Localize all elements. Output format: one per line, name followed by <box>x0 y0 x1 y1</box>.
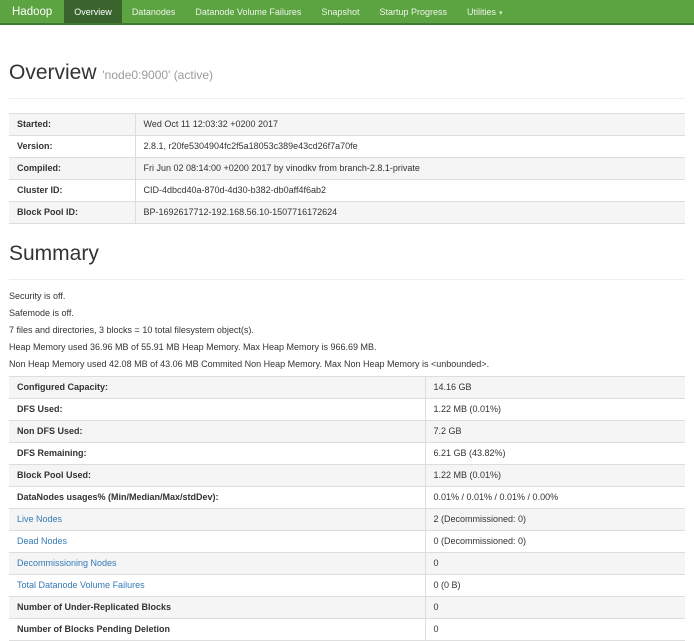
tab-utilities-dropdown[interactable]: Utilities▾ <box>457 0 513 23</box>
overview-title: Overview <box>9 61 97 84</box>
summary-table: Configured Capacity: 14.16 GB DFS Used: … <box>9 376 685 641</box>
row-value: 2 (Decommissioned: 0) <box>425 509 685 531</box>
row-label: Total Datanode Volume Failures <box>9 575 425 597</box>
table-row-configured-capacity: Configured Capacity: 14.16 GB <box>9 377 685 399</box>
heap-memory-text: Heap Memory used 36.96 MB of 55.91 MB He… <box>9 342 685 353</box>
security-status-text: Security is off. <box>9 291 685 302</box>
tab-datanode-volume-failures[interactable]: Datanode Volume Failures <box>185 0 311 23</box>
table-row-dead-nodes: Dead Nodes 0 (Decommissioned: 0) <box>9 531 685 553</box>
table-row-started: Started: Wed Oct 11 12:03:32 +0200 2017 <box>9 114 685 136</box>
row-value: 6.21 GB (43.82%) <box>425 443 685 465</box>
summary-title: Summary <box>9 242 99 265</box>
row-label: Number of Under-Replicated Blocks <box>9 597 425 619</box>
tab-snapshot[interactable]: Snapshot <box>311 0 369 23</box>
tab-overview[interactable]: Overview <box>64 0 122 23</box>
namenode-address-subtitle: 'node0:9000' (active) <box>102 68 213 82</box>
row-label: Dead Nodes <box>9 531 425 553</box>
non-heap-memory-text: Non Heap Memory used 42.08 MB of 43.06 M… <box>9 359 685 370</box>
table-row-dfs-remaining: DFS Remaining: 6.21 GB (43.82%) <box>9 443 685 465</box>
row-value: 0 (0 B) <box>425 575 685 597</box>
divider <box>9 98 685 99</box>
total-datanode-volume-failures-link[interactable]: Total Datanode Volume Failures <box>17 580 145 590</box>
safemode-status-text: Safemode is off. <box>9 308 685 319</box>
table-row-dfs-used: DFS Used: 1.22 MB (0.01%) <box>9 399 685 421</box>
table-row-live-nodes: Live Nodes 2 (Decommissioned: 0) <box>9 509 685 531</box>
row-value: CID-4dbcd40a-870d-4d30-b382-db0aff4f6ab2 <box>135 180 685 202</box>
row-value: 14.16 GB <box>425 377 685 399</box>
row-value: 0 <box>425 553 685 575</box>
row-label: Version: <box>9 136 135 158</box>
row-label: Block Pool Used: <box>9 465 425 487</box>
row-value: Wed Oct 11 12:03:32 +0200 2017 <box>135 114 685 136</box>
row-label: Decommissioning Nodes <box>9 553 425 575</box>
table-row-datanode-usages: DataNodes usages% (Min/Median/Max/stdDev… <box>9 487 685 509</box>
table-row-version: Version: 2.8.1, r20fe5304904fc2f5a18053c… <box>9 136 685 158</box>
table-row-cluster-id: Cluster ID: CID-4dbcd40a-870d-4d30-b382-… <box>9 180 685 202</box>
table-row-non-dfs-used: Non DFS Used: 7.2 GB <box>9 421 685 443</box>
row-label: Compiled: <box>9 158 135 180</box>
live-nodes-link[interactable]: Live Nodes <box>17 514 62 524</box>
row-label: Live Nodes <box>9 509 425 531</box>
row-value: Fri Jun 02 08:14:00 +0200 2017 by vinodk… <box>135 158 685 180</box>
row-value: 0 (Decommissioned: 0) <box>425 531 685 553</box>
caret-down-icon: ▾ <box>499 10 503 17</box>
top-navbar: Hadoop Overview Datanodes Datanode Volum… <box>0 0 694 25</box>
row-label: Block Pool ID: <box>9 202 135 224</box>
table-row-block-pool-used: Block Pool Used: 1.22 MB (0.01%) <box>9 465 685 487</box>
brand-hadoop[interactable]: Hadoop <box>8 0 64 23</box>
table-row-volume-failures: Total Datanode Volume Failures 0 (0 B) <box>9 575 685 597</box>
summary-heading: Summary <box>9 242 685 266</box>
overview-info-table: Started: Wed Oct 11 12:03:32 +0200 2017 … <box>9 113 685 224</box>
decommissioning-nodes-link[interactable]: Decommissioning Nodes <box>17 558 117 568</box>
row-label: Cluster ID: <box>9 180 135 202</box>
filesystem-objects-text: 7 files and directories, 3 blocks = 10 t… <box>9 325 685 336</box>
row-value: 1.22 MB (0.01%) <box>425 465 685 487</box>
row-value: BP-1692617712-192.168.56.10-150771617262… <box>135 202 685 224</box>
dead-nodes-link[interactable]: Dead Nodes <box>17 536 67 546</box>
row-label: DFS Remaining: <box>9 443 425 465</box>
table-row-decommissioning-nodes: Decommissioning Nodes 0 <box>9 553 685 575</box>
page-content: Overview 'node0:9000' (active) Started: … <box>0 61 694 641</box>
row-label: Configured Capacity: <box>9 377 425 399</box>
divider <box>9 279 685 280</box>
tab-startup-progress[interactable]: Startup Progress <box>369 0 457 23</box>
tab-utilities-label: Utilities <box>467 7 496 17</box>
row-value: 2.8.1, r20fe5304904fc2f5a18053c389e43cd2… <box>135 136 685 158</box>
table-row-under-replicated-blocks: Number of Under-Replicated Blocks 0 <box>9 597 685 619</box>
table-row-block-pool-id: Block Pool ID: BP-1692617712-192.168.56.… <box>9 202 685 224</box>
row-label: DFS Used: <box>9 399 425 421</box>
overview-heading: Overview 'node0:9000' (active) <box>9 61 685 85</box>
row-value: 0 <box>425 597 685 619</box>
row-label: Non DFS Used: <box>9 421 425 443</box>
row-value: 0.01% / 0.01% / 0.01% / 0.00% <box>425 487 685 509</box>
row-value: 1.22 MB (0.01%) <box>425 399 685 421</box>
tab-datanodes[interactable]: Datanodes <box>122 0 186 23</box>
row-value: 7.2 GB <box>425 421 685 443</box>
row-label: DataNodes usages% (Min/Median/Max/stdDev… <box>9 487 425 509</box>
table-row-compiled: Compiled: Fri Jun 02 08:14:00 +0200 2017… <box>9 158 685 180</box>
row-label: Started: <box>9 114 135 136</box>
